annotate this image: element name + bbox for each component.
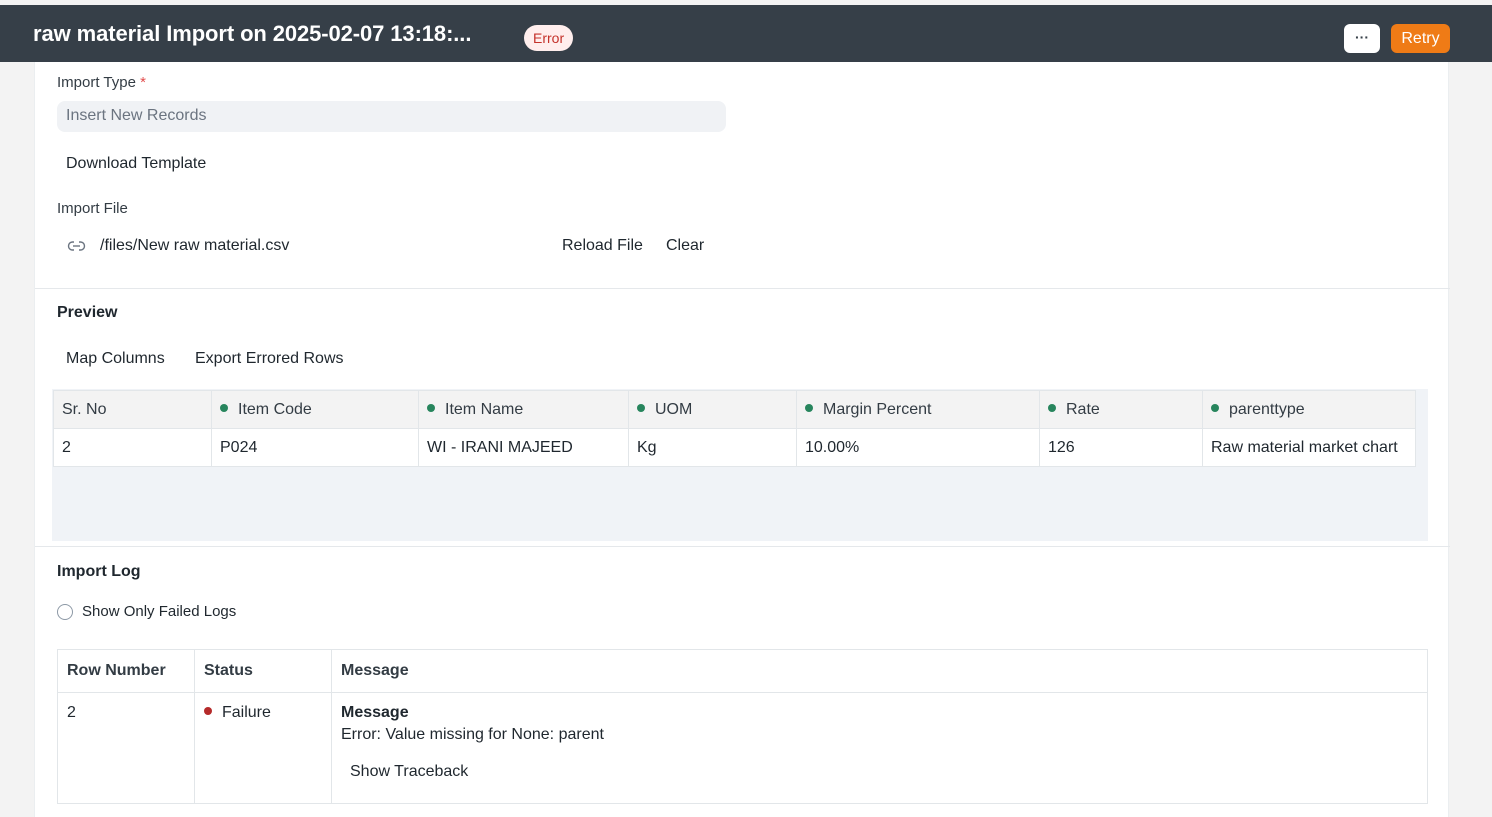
show-traceback-button[interactable]: Show Traceback	[350, 763, 1418, 781]
column-status-dot-icon	[1048, 403, 1056, 412]
more-actions-button[interactable]: ···	[1344, 24, 1380, 53]
import-type-label-text: Import Type	[57, 74, 136, 91]
preview-col-sr-no: Sr. No	[53, 390, 212, 429]
retry-button[interactable]: Retry	[1391, 24, 1450, 53]
log-status-text: Failure	[222, 704, 271, 721]
preview-cell[interactable]: P024	[211, 428, 419, 467]
import-log-table: Row Number Status Message 2 Failure Mess…	[57, 649, 1428, 804]
preview-col-uom[interactable]: UOM	[628, 390, 797, 429]
clear-file-button[interactable]: Clear	[666, 237, 704, 255]
preview-col-label: Item Name	[445, 400, 524, 418]
preview-col-rate[interactable]: Rate	[1039, 390, 1203, 429]
preview-col-label: Rate	[1066, 400, 1100, 418]
preview-col-parenttype[interactable]: parenttype	[1202, 390, 1416, 429]
table-row: 2 P024 WI - IRANI MAJEED Kg 10.00% 126 R…	[53, 428, 1416, 467]
preview-col-label: Margin Percent	[823, 400, 932, 418]
table-row: 2 Failure Message Error: Value missing f…	[57, 692, 1428, 804]
preview-section-title: Preview	[57, 304, 118, 321]
preview-table: Sr. No Item Code Item Name UOM Margin Pe…	[53, 390, 1416, 467]
import-form-card: Import Type * Insert New Records Downloa…	[34, 62, 1450, 817]
preview-col-label: Item Code	[238, 400, 312, 418]
preview-cell[interactable]: WI - IRANI MAJEED	[418, 428, 629, 467]
status-badge: Error	[524, 25, 574, 51]
log-col-row-number: Row Number	[57, 649, 195, 693]
export-errored-rows-button[interactable]: Export Errored Rows	[195, 350, 344, 368]
preview-col-label: Sr. No	[62, 400, 107, 418]
log-col-status: Status	[194, 649, 332, 693]
import-file-label: Import File	[57, 200, 128, 217]
log-message: Message Error: Value missing for None: p…	[331, 692, 1428, 804]
preview-col-item-code[interactable]: Item Code	[211, 390, 419, 429]
import-type-label: Import Type *	[57, 74, 146, 91]
section-divider	[35, 288, 1450, 289]
preview-col-item-name[interactable]: Item Name	[418, 390, 629, 429]
column-status-dot-icon	[637, 403, 645, 412]
column-status-dot-icon	[220, 403, 228, 412]
page-header: raw material Import on 2025-02-07 13:18:…	[0, 5, 1492, 62]
show-failed-logs-checkbox[interactable]	[57, 604, 73, 620]
reload-file-button[interactable]: Reload File	[562, 237, 643, 255]
link-icon	[67, 239, 87, 253]
preview-cell[interactable]: 10.00%	[796, 428, 1040, 467]
preview-header-row: Sr. No Item Code Item Name UOM Margin Pe…	[53, 390, 1416, 429]
log-status: Failure	[194, 692, 332, 804]
preview-col-label: UOM	[655, 400, 693, 418]
preview-cell[interactable]: 126	[1039, 428, 1203, 467]
section-divider	[35, 546, 1450, 547]
import-file-link[interactable]: /files/New raw material.csv	[100, 237, 289, 255]
map-columns-button[interactable]: Map Columns	[66, 350, 165, 368]
column-status-dot-icon	[427, 403, 435, 412]
import-log-section-title: Import Log	[57, 563, 141, 580]
log-col-message: Message	[331, 649, 1428, 693]
download-template-button[interactable]: Download Template	[66, 155, 206, 173]
preview-cell[interactable]: Raw material market chart	[1202, 428, 1416, 467]
show-failed-logs-label[interactable]: Show Only Failed Logs	[82, 603, 236, 620]
log-row-number: 2	[57, 692, 195, 804]
preview-col-margin-percent[interactable]: Margin Percent	[796, 390, 1040, 429]
column-status-dot-icon	[805, 403, 813, 412]
required-mark: *	[140, 74, 146, 91]
failure-dot-icon	[204, 707, 212, 715]
log-message-title: Message	[341, 704, 409, 721]
preview-col-label: parenttype	[1229, 400, 1305, 418]
log-message-text: Error: Value missing for None: parent	[341, 726, 604, 743]
import-log-header-row: Row Number Status Message	[57, 649, 1428, 693]
column-status-dot-icon	[1211, 403, 1219, 412]
import-type-value: Insert New Records	[66, 107, 207, 124]
preview-cell[interactable]: Kg	[628, 428, 797, 467]
preview-cell[interactable]: 2	[53, 428, 212, 467]
page-title: raw material Import on 2025-02-07 13:18:…	[33, 21, 472, 46]
